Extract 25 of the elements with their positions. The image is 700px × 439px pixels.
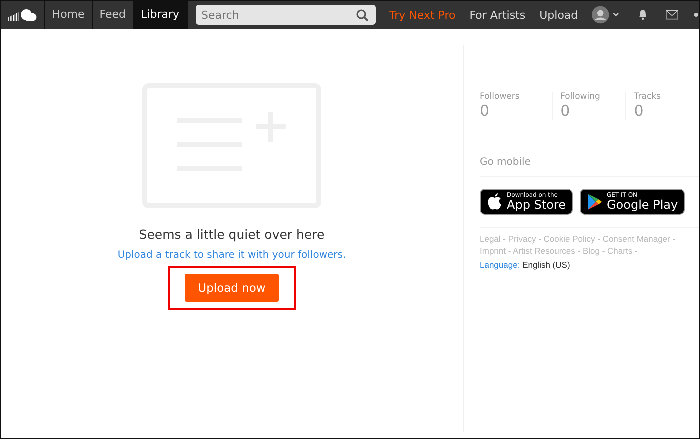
nav-tab[interactable]: Home: [44, 1, 92, 29]
language-value: English (US): [522, 260, 570, 270]
header-link[interactable]: Try Next Pro: [390, 8, 456, 22]
bell-icon[interactable]: [638, 8, 648, 22]
more-icon[interactable]: [694, 12, 699, 18]
nav-tab[interactable]: Library: [133, 1, 188, 29]
header-link[interactable]: For Artists: [470, 8, 526, 22]
stat-value: 0: [634, 102, 645, 120]
play-triangle-icon: [586, 193, 603, 211]
mail-icon[interactable]: [666, 9, 678, 21]
upload-link[interactable]: Upload a track to share it with your followers.: [118, 250, 346, 261]
stat-label: Followers: [480, 92, 521, 102]
avatar-icon[interactable]: [592, 4, 610, 26]
chevron-down-icon[interactable]: [613, 12, 620, 18]
stat-value: 0: [480, 102, 491, 120]
language-link[interactable]: Language:: [480, 260, 520, 270]
stat-label: Following: [560, 92, 602, 102]
empty-state-title: Seems a little quiet over here: [139, 227, 325, 242]
header-link[interactable]: Upload: [540, 8, 578, 22]
stat-label: Tracks: [634, 92, 662, 102]
section-title: Go mobile: [480, 157, 699, 177]
apple-icon: [487, 193, 503, 211]
stat-value: 0: [560, 102, 572, 120]
search-icon[interactable]: [356, 9, 368, 22]
search-field[interactable]: Search: [196, 5, 376, 25]
